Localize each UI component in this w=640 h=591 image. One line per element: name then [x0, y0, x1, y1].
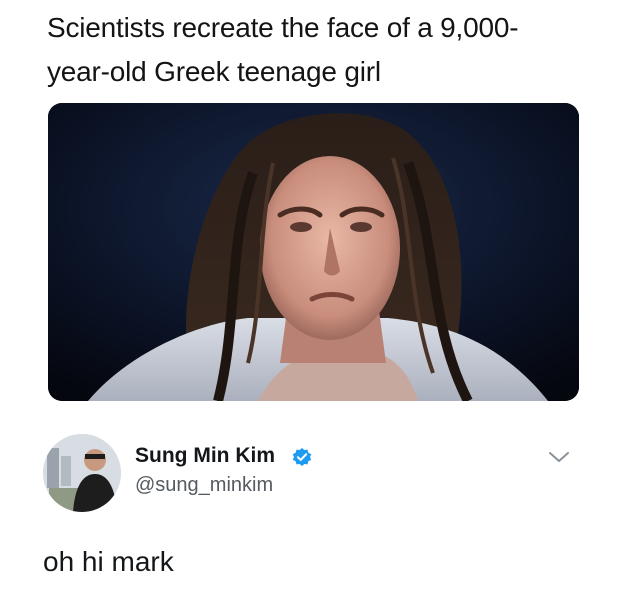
- tweet-header: Sung Min Kim @sung_minkim: [43, 432, 583, 512]
- headline-line-1: Scientists recreate the face of a 9,000-: [47, 12, 519, 43]
- reconstructed-face-photo[interactable]: [48, 103, 579, 401]
- chevron-down-icon[interactable]: [548, 450, 570, 464]
- headline: Scientists recreate the face of a 9,000-…: [47, 6, 607, 94]
- headline-line-2: year-old Greek teenage girl: [47, 56, 381, 87]
- tweet-text: oh hi mark: [43, 546, 174, 577]
- user-handle[interactable]: @sung_minkim: [135, 474, 273, 497]
- avatar[interactable]: [43, 434, 121, 512]
- verified-badge-icon: [292, 448, 312, 466]
- display-name[interactable]: Sung Min Kim: [135, 444, 275, 468]
